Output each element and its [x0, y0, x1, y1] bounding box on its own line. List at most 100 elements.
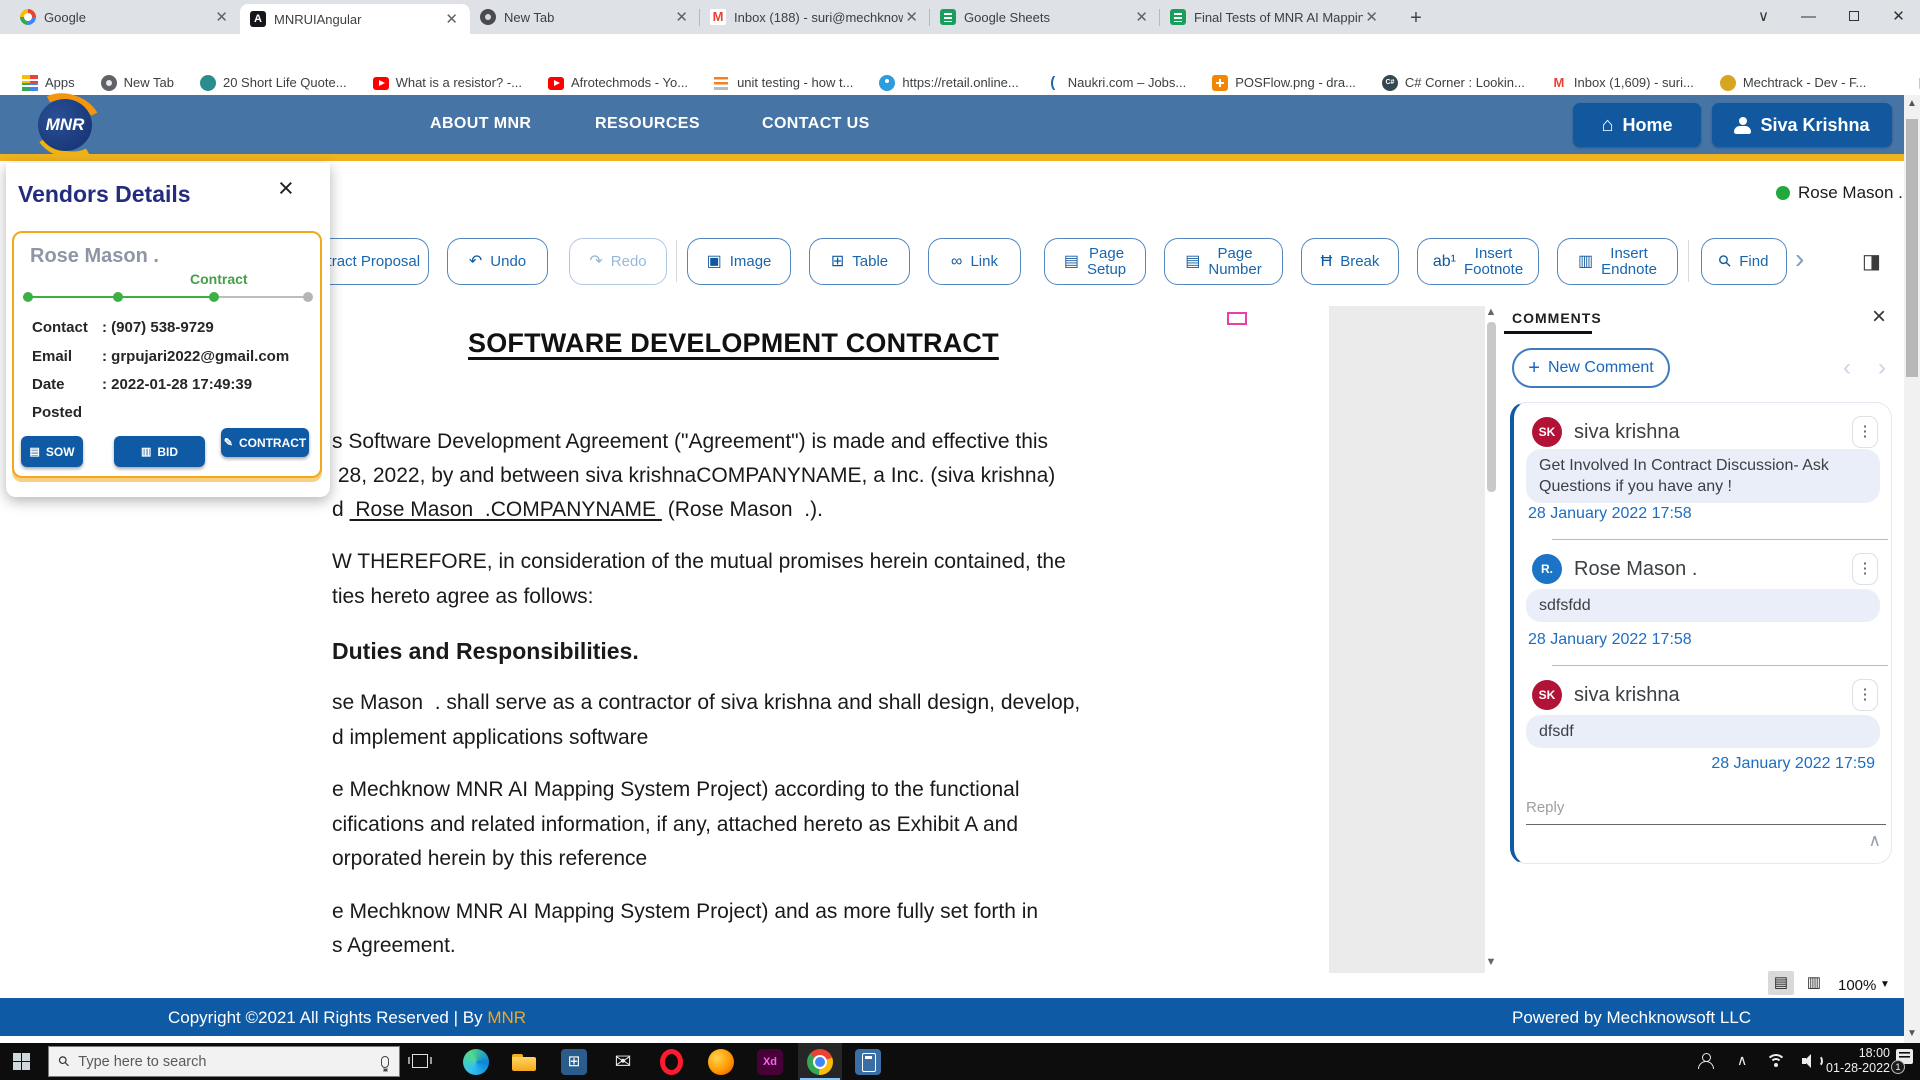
edge-icon[interactable]	[463, 1049, 489, 1075]
tab-google-sheets[interactable]: Google Sheets ✕	[930, 0, 1160, 34]
window-close-icon[interactable]: ✕	[1876, 0, 1920, 34]
scrollbar-thumb[interactable]	[1906, 119, 1918, 377]
tab-inbox[interactable]: M Inbox (188) - suri@mechknowsof ✕	[700, 0, 930, 34]
tab-separator	[929, 9, 930, 26]
bookmark-item[interactable]: M Inbox (1,609) - suri...	[1551, 75, 1694, 91]
zoom-caret-icon[interactable]: ▼	[1880, 979, 1890, 990]
file-explorer-icon[interactable]	[511, 1049, 537, 1075]
comments-close-icon[interactable]: ×	[1872, 303, 1886, 331]
zoom-level[interactable]: 100%	[1838, 977, 1876, 994]
tray-chevron-icon[interactable]: ∧	[1737, 1052, 1747, 1069]
store-icon[interactable]: ⊞	[561, 1049, 587, 1075]
tab-close-icon[interactable]: ✕	[443, 10, 460, 28]
adobe-xd-icon[interactable]: Xd	[757, 1049, 783, 1075]
contract-button[interactable]: ✎ CONTRACT	[221, 428, 309, 457]
bookmark-item[interactable]: Mechtrack - Dev - F...	[1720, 75, 1867, 91]
comment-menu-icon[interactable]: ⋮	[1852, 679, 1878, 711]
nav-about-mnr[interactable]: ABOUT MNR	[430, 115, 531, 133]
bookmark-item[interactable]: C# C# Corner : Lookin...	[1382, 75, 1525, 91]
comments-next-chevron[interactable]: ›	[1878, 354, 1886, 382]
scroll-down-icon[interactable]: ▼	[1904, 1028, 1920, 1039]
start-button[interactable]	[13, 1053, 30, 1070]
reply-input[interactable]	[1526, 791, 1886, 825]
new-tab-button[interactable]: +	[1402, 5, 1430, 31]
document-title: SOFTWARE DEVELOPMENT CONTRACT	[468, 328, 999, 359]
tab-close-icon[interactable]: ✕	[213, 8, 230, 26]
toolbar-link-button[interactable]: ∞ Link	[928, 238, 1021, 285]
bookmark-item[interactable]: ( Naukri.com – Jobs...	[1045, 75, 1187, 91]
wifi-icon[interactable]	[1766, 1054, 1786, 1069]
nav-contact-us[interactable]: CONTACT US	[762, 115, 870, 133]
posted-label: Posted	[32, 404, 82, 421]
toolbar-break-button[interactable]: Ħ Break	[1301, 238, 1399, 285]
doc-scrollbar-thumb[interactable]	[1487, 322, 1496, 492]
chrome-icon[interactable]	[807, 1049, 833, 1075]
toolbar-table-button[interactable]: ⊞ Table	[809, 238, 910, 285]
bookmark-item[interactable]: POSFlow.png - dra...	[1212, 75, 1356, 91]
presence-indicator: Rose Mason .	[1776, 183, 1903, 203]
toolbar-image-button[interactable]: ▣ Image	[687, 238, 791, 285]
toolbar-redo-button[interactable]: ↷ Redo	[569, 238, 667, 285]
bookmark-item[interactable]: 20 Short Life Quote...	[200, 75, 347, 91]
print-layout-icon[interactable]: ▤	[1768, 971, 1794, 995]
comment-menu-icon[interactable]: ⋮	[1852, 416, 1878, 448]
home-button[interactable]: ⌂ Home	[1573, 103, 1701, 147]
taskbar-clock[interactable]: 18:00 01-28-2022	[1822, 1046, 1890, 1076]
mnr-logo[interactable]: MNR	[30, 98, 108, 152]
microphone-icon[interactable]	[381, 1056, 389, 1068]
bookmark-item[interactable]: What is a resistor? -...	[373, 75, 522, 90]
tab-close-icon[interactable]: ✕	[673, 8, 690, 26]
site-favicon	[200, 75, 216, 91]
comment-header: SK siva krishna ⋮	[1532, 679, 1878, 711]
web-layout-icon[interactable]: ▥	[1801, 971, 1827, 995]
tray-people-icon[interactable]	[1697, 1053, 1713, 1069]
mail-icon[interactable]: ✉	[610, 1049, 636, 1075]
bookmark-apps[interactable]: Apps	[22, 75, 75, 91]
doc-scroll-down-icon[interactable]: ▼	[1484, 956, 1498, 968]
tab-new-tab[interactable]: New Tab ✕	[470, 0, 700, 34]
collapse-chevron-icon[interactable]: ∧	[1869, 831, 1881, 851]
panel-toggle-icon[interactable]: ◨	[1862, 249, 1881, 274]
bid-button[interactable]: ▥ BID	[114, 436, 205, 467]
comments-prev-chevron[interactable]: ‹	[1843, 354, 1851, 382]
nav-resources[interactable]: RESOURCES	[595, 115, 700, 133]
globe-icon	[101, 75, 117, 91]
break-icon: Ħ	[1321, 254, 1333, 270]
bookmark-item[interactable]: New Tab	[101, 75, 174, 91]
firefox-icon[interactable]	[708, 1049, 734, 1075]
bookmark-item[interactable]: Afrotechmods - Yo...	[548, 75, 688, 90]
tab-final-tests[interactable]: Final Tests of MNR AI Mapping S ✕	[1160, 0, 1390, 34]
window-restore-icon[interactable]	[1831, 0, 1876, 34]
toolbar-page-setup-button[interactable]: ▤ PageSetup	[1044, 238, 1146, 285]
toolbar-more-chevron[interactable]: ›	[1795, 243, 1804, 275]
popup-close-icon[interactable]: ×	[278, 175, 294, 202]
window-menu-icon[interactable]: ∨	[1741, 0, 1786, 34]
taskbar-search[interactable]: ⚲	[48, 1046, 400, 1077]
new-comment-button[interactable]: + New Comment	[1512, 348, 1670, 388]
tab-google[interactable]: Google ✕	[10, 0, 240, 34]
user-button[interactable]: Siva Krishna	[1712, 103, 1892, 147]
comment-menu-icon[interactable]: ⋮	[1852, 553, 1878, 585]
document-heading: Duties and Responsibilities.	[332, 638, 639, 665]
toolbar-undo-button[interactable]: ↶ Undo	[447, 238, 548, 285]
opera-icon[interactable]	[660, 1049, 683, 1075]
toolbar-insert-footnote-button[interactable]: ab¹ InsertFootnote	[1417, 238, 1539, 285]
bookmark-item[interactable]: https://retail.online...	[879, 75, 1018, 91]
scroll-up-icon[interactable]: ▲	[1904, 98, 1920, 109]
taskbar-search-input[interactable]	[78, 1054, 372, 1070]
tab-close-icon[interactable]: ✕	[1133, 8, 1150, 26]
tab-close-icon[interactable]: ✕	[1363, 8, 1380, 26]
toolbar-page-number-button[interactable]: ▤ PageNumber	[1164, 238, 1283, 285]
toolbar-find-button[interactable]: ⚲ Find	[1701, 238, 1787, 285]
volume-icon[interactable]	[1802, 1054, 1820, 1068]
tab-close-icon[interactable]: ✕	[903, 8, 920, 26]
task-view-button[interactable]	[412, 1054, 428, 1068]
page-scrollbar[interactable]: ▲ ▼	[1904, 95, 1920, 1043]
doc-scroll-up-icon[interactable]: ▲	[1484, 306, 1498, 318]
sow-button[interactable]: ▤ SOW	[21, 436, 83, 467]
window-minimize-icon[interactable]: —	[1786, 0, 1831, 34]
calculator-icon[interactable]	[855, 1049, 881, 1075]
bookmark-item[interactable]: unit testing - how t...	[714, 75, 853, 91]
toolbar-insert-endnote-button[interactable]: ▥ InsertEndnote	[1557, 238, 1678, 285]
tab-mnruiangular-active[interactable]: A MNRUIAngular ✕	[240, 4, 470, 34]
